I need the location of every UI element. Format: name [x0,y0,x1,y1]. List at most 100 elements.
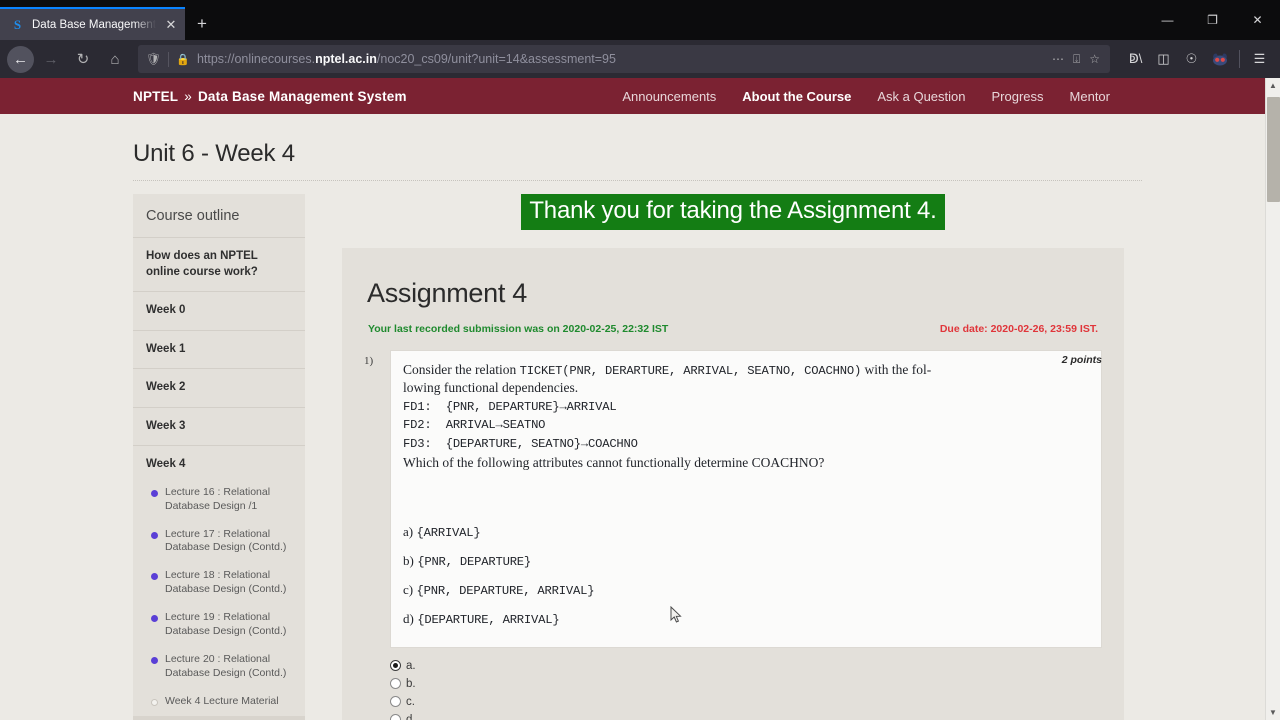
sidebar-item-week-3[interactable]: Week 3 [133,408,305,447]
url-bar[interactable]: 🛡 🔒 https://onlinecourses.nptel.ac.in/no… [138,45,1110,73]
tab-strip: S Data Base Management System ✕ + — ❐ ✕ [0,0,1280,40]
sidebar-item-how-it-works[interactable]: How does an NPTEL online course work? [133,238,305,293]
option-id: a) [403,523,414,539]
list-item[interactable]: Lecture 16 : Relational Database Design … [133,479,305,521]
question-body: Consider the relation TICKET(PNR, DERART… [390,350,1102,648]
option-id: c) [403,582,414,598]
list-item-label: Lecture 16 : Relational Database Design … [165,485,271,512]
radio-b[interactable] [390,678,401,690]
sidebar-item-week-1[interactable]: Week 1 [133,331,305,370]
nav-announcements[interactable]: Announcements [622,89,716,104]
library-icon[interactable]: ↁ\ [1122,45,1149,73]
list-item[interactable]: Lecture 18 : Relational Database Design … [133,562,305,604]
question-stem: Consider the relation TICKET(PNR, DERART… [403,361,1089,379]
functional-dependency-2: FD2: ARRIVAL→SEATNO [403,417,1089,433]
navigation-toolbar: ← → ↻ ⌂ 🛡 🔒 https://onlinecourses.nptel.… [0,40,1280,78]
thank-you-banner-wrapper: Thank you for taking the Assignment 4. [342,194,1124,230]
stem-text-b: with the fol- [861,362,932,377]
radio-d[interactable] [390,714,401,720]
nav-mentor[interactable]: Mentor [1070,89,1110,104]
extension-icon[interactable] [1206,45,1233,73]
list-item[interactable]: Week 4 Lecture Material [133,688,305,716]
assignment-title: Assignment 4 [367,278,527,308]
sidebar-item-week-4[interactable]: Week 4 [133,446,305,479]
sidebar-item-week-0[interactable]: Week 0 [133,292,305,331]
sidebar-item-quiz-assignment-4[interactable]: Quiz : Assignment 4 [133,716,305,720]
bullet-icon [151,489,158,497]
list-item-label: Lecture 19 : Relational Database Design … [165,611,287,638]
hamburger-menu-icon[interactable]: ☰ [1246,45,1273,73]
sidebar-item-week-2[interactable]: Week 2 [133,369,305,408]
home-icon[interactable]: ⌂ [100,45,130,73]
page-scrollbar[interactable]: ▲ ▼ [1265,78,1280,720]
url-text: https://onlinecourses.nptel.ac.in/noc20_… [196,52,616,66]
fd-body: {PNR, DEPARTURE}→ARRIVAL [445,400,617,415]
radio-a[interactable] [390,660,401,672]
assignment-column: Thank you for taking the Assignment 4. A… [342,194,1124,720]
stem-text-c: lowing functional dependencies. [403,380,579,396]
scroll-down-icon[interactable]: ▼ [1266,705,1280,720]
sidebar-icon[interactable]: ◫ [1150,45,1177,73]
list-item-label: Lecture 20 : Relational Database Design … [165,653,287,680]
due-date-note: Due date: 2020-02-26, 23:59 IST. [939,323,1098,335]
week-4-item-list: Lecture 16 : Relational Database Design … [133,479,305,720]
nav-ask-a-question[interactable]: Ask a Question [877,89,965,104]
list-item[interactable]: Lecture 19 : Relational Database Design … [133,604,305,646]
close-icon[interactable]: ✕ [163,17,179,33]
radio-label-a: a. [406,659,416,672]
bullet-icon [151,531,158,539]
fd-body: ARRIVAL→SEATNO [445,418,546,433]
back-arrow-icon[interactable]: ← [7,45,34,73]
content-area: Course outline How does an NPTEL online … [0,181,1265,720]
list-item-label: Week 4 Lecture Material [165,695,279,708]
functional-dependency-1: FD1: {PNR, DEPARTURE}→ARRIVAL [403,399,1089,415]
restore-icon[interactable]: ❐ [1190,0,1235,40]
browser-tab[interactable]: S Data Base Management System ✕ [0,7,185,40]
stem-text-a: Consider the relation [403,362,520,377]
reload-icon[interactable]: ↻ [68,45,98,73]
close-icon[interactable]: ✕ [1235,0,1280,40]
bullet-icon [151,699,158,707]
question-card: Consider the relation TICKET(PNR, DERART… [390,350,1102,648]
shield-icon[interactable]: 🛡 [146,52,161,66]
star-icon[interactable]: ☆ [1089,52,1100,66]
forward-arrow-icon[interactable]: → [36,45,66,73]
browser-toolbar-icons: ↁ\ ◫ ☉ ☰ [1118,45,1273,73]
pocket-icon[interactable]: ⍗ [1073,52,1080,67]
minimize-icon[interactable]: — [1145,0,1190,40]
brand-nptel[interactable]: NPTEL [133,89,178,104]
answer-option-a[interactable]: a. [390,657,1102,675]
bullet-icon [151,657,158,665]
scrollbar-thumb[interactable] [1267,97,1280,202]
fd-label: FD1: [403,400,432,415]
answer-option-b[interactable]: b. [390,675,1102,693]
radio-label-d: d. [406,713,416,720]
question-ask: Which of the following attributes cannot… [403,454,825,470]
list-item[interactable]: Lecture 17 : Relational Database Design … [133,521,305,563]
option-text: {PNR, DEPARTURE} [417,555,532,569]
nav-progress[interactable]: Progress [992,89,1044,104]
radio-c[interactable] [390,696,401,708]
page-title: Unit 6 - Week 4 [133,140,295,167]
answer-option-c[interactable]: c. [390,693,1102,711]
functional-dependency-3: FD3: {DEPARTURE, SEATNO}→COACHNO [403,436,1089,452]
account-icon[interactable]: ☉ [1178,45,1205,73]
fd-label: FD3: [403,436,432,451]
option-b: b) {PNR, DEPARTURE} [403,552,1089,570]
scroll-up-icon[interactable]: ▲ [1266,78,1280,93]
breadcrumb-course[interactable]: Data Base Management System [198,89,407,104]
list-item[interactable]: Lecture 20 : Relational Database Design … [133,646,305,688]
padlock-icon[interactable]: 🔒 [176,53,190,66]
answer-option-d[interactable]: d. [390,711,1102,720]
nav-about-the-course[interactable]: About the Course [742,89,851,104]
option-text: {PNR, DEPARTURE, ARRIVAL} [416,584,595,599]
site-nav: Announcements About the Course Ask a Que… [622,89,1265,104]
plus-icon[interactable]: + [185,7,219,40]
list-item-label: Lecture 18 : Relational Database Design … [165,569,287,596]
page-viewport: NPTEL » Data Base Management System Announ… [0,78,1280,720]
window-controls: — ❐ ✕ [1145,0,1280,40]
list-item-label: Lecture 17 : Relational Database Design … [165,527,287,554]
ellipsis-icon[interactable]: ⋯ [1052,52,1064,66]
radio-label-c: c. [406,695,415,708]
breadcrumb[interactable]: NPTEL » Data Base Management System [133,89,407,104]
